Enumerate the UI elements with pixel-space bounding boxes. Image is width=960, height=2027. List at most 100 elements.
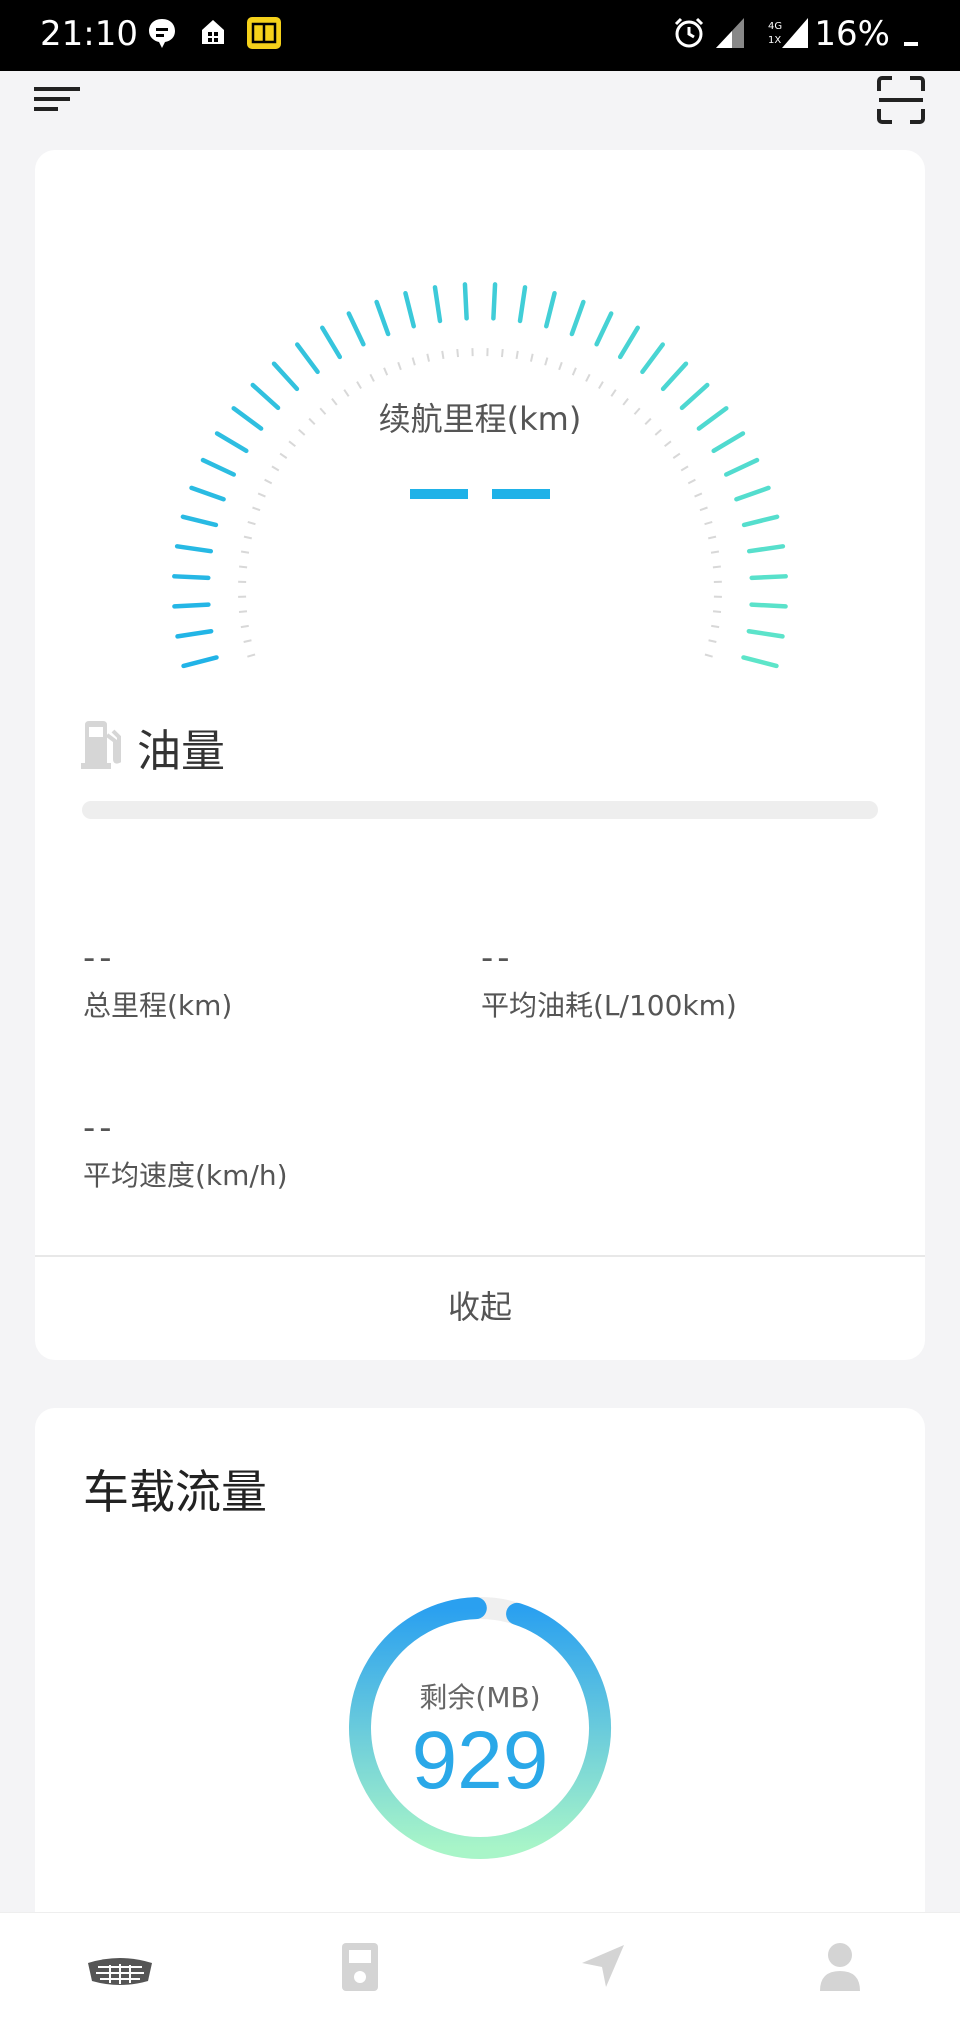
gauge-tick	[377, 302, 388, 334]
gauge-tick	[322, 328, 340, 357]
gauge-tick	[493, 284, 495, 318]
gauge-tick	[744, 517, 777, 525]
data-usage-title: 车载流量	[83, 1456, 267, 1522]
gauge-tick	[642, 345, 662, 372]
gauge-minor-tick	[384, 368, 387, 375]
gauge-minor-tick	[289, 441, 295, 446]
data-usage-card: 车载流量 剩余(MB) 929	[35, 1408, 925, 1928]
gauge-minor-tick	[241, 626, 249, 627]
gauge-tick	[174, 576, 208, 578]
menu-icon[interactable]	[34, 79, 82, 119]
gauge-minor-tick	[711, 626, 719, 627]
signal-icon	[714, 16, 746, 50]
gauge-minor-tick	[688, 480, 695, 484]
avg-speed-stat: -- 平均速度(km/h)	[83, 1108, 288, 1194]
gauge-minor-tick	[280, 454, 287, 459]
gauge-tick	[620, 328, 638, 357]
status-bar: 21:10 4G1X 16%	[0, 0, 960, 71]
gauge-tick	[546, 293, 554, 326]
total-mileage-value: --	[83, 938, 232, 978]
gauge-tick	[297, 345, 317, 372]
fuel-label: 油量	[137, 715, 225, 779]
bottom-nav	[0, 1912, 960, 2027]
gauge-tick	[184, 657, 217, 665]
gauge-tick	[749, 546, 783, 551]
gauge-tick	[749, 631, 783, 636]
gauge-tick	[405, 293, 413, 326]
vehicle-status-card: 续航里程(km) -- 油量 -- 总里程(km) -- 平均油耗(L/100k…	[35, 150, 925, 1360]
gauge-minor-tick	[665, 441, 671, 446]
gauge-tick	[183, 517, 216, 525]
gauge-minor-tick	[713, 567, 721, 568]
gauge-minor-tick	[244, 640, 252, 642]
gauge-minor-tick	[239, 611, 247, 612]
avg-fuel-consumption-label: 平均油耗(L/100km)	[481, 984, 737, 1024]
gauge-tick	[663, 364, 686, 389]
gauge-minor-tick	[599, 382, 603, 389]
total-mileage-label: 总里程(km)	[83, 984, 232, 1024]
avg-speed-label: 平均速度(km/h)	[83, 1154, 288, 1194]
gauge-minor-tick	[713, 611, 721, 612]
gauge-tick	[349, 314, 364, 345]
gauge-tick	[752, 576, 786, 578]
gauge-minor-tick	[705, 522, 713, 524]
gauge-minor-tick	[239, 567, 247, 568]
gauge-tick	[744, 657, 777, 665]
gauge-minor-tick	[413, 358, 415, 366]
gauge-minor-tick	[502, 349, 503, 357]
house-icon	[198, 16, 228, 48]
battery-icon	[904, 42, 918, 46]
gauge-minor-tick	[709, 640, 717, 642]
avg-fuel-consumption-stat: -- 平均油耗(L/100km)	[481, 938, 737, 1024]
alarm-icon	[672, 16, 706, 50]
fuel-pump-icon[interactable]	[340, 1941, 380, 1993]
fuel-level-bar	[82, 801, 878, 819]
range-label: 续航里程(km)	[35, 394, 925, 440]
collapse-button[interactable]: 收起	[35, 1257, 925, 1357]
gauge-minor-tick	[427, 354, 429, 362]
message-icon	[146, 16, 178, 50]
gauge-minor-tick	[265, 480, 272, 484]
car-logo-icon[interactable]	[86, 1955, 154, 1987]
gauge-minor-tick	[442, 351, 443, 359]
gauge-minor-tick	[370, 374, 374, 381]
gauge-tick	[174, 605, 208, 607]
scan-icon[interactable]	[876, 75, 926, 125]
remaining-label: 剩余(MB)	[340, 1676, 620, 1716]
status-time: 21:10	[40, 14, 138, 54]
gauge-minor-tick	[586, 374, 590, 381]
gauge-minor-tick	[244, 537, 252, 539]
gauge-tick	[465, 284, 467, 318]
gauge-minor-tick	[681, 466, 688, 470]
navigation-icon[interactable]	[578, 1941, 628, 1991]
gauge-tick	[274, 364, 297, 389]
gauge-minor-tick	[457, 349, 458, 357]
total-mileage-stat: -- 总里程(km)	[83, 938, 232, 1024]
user-icon[interactable]	[818, 1941, 862, 1993]
gauge-minor-tick	[247, 654, 255, 656]
gauge-tick	[736, 488, 768, 499]
gauge-tick	[726, 460, 757, 474]
gauge-minor-tick	[258, 493, 265, 496]
gauge-minor-tick	[398, 362, 401, 370]
gauge-minor-tick	[559, 362, 562, 370]
gauge-minor-tick	[517, 351, 518, 359]
gauge-tick	[435, 287, 440, 321]
gauge-minor-tick	[531, 354, 533, 362]
gauge-minor-tick	[573, 368, 576, 375]
gauge-tick	[178, 631, 212, 636]
top-bar	[0, 71, 960, 151]
gauge-minor-tick	[545, 358, 547, 366]
gauge-tick	[177, 546, 211, 551]
gauge-minor-tick	[708, 537, 716, 539]
app-badge-icon	[246, 16, 282, 50]
gauge-minor-tick	[252, 508, 260, 511]
gauge-minor-tick	[705, 654, 713, 656]
battery-percent: 16%	[814, 14, 890, 54]
gauge-minor-tick	[241, 552, 249, 553]
gauge-minor-tick	[248, 522, 256, 524]
gauge-minor-tick	[711, 552, 719, 553]
avg-fuel-consumption-value: --	[481, 938, 737, 978]
avg-speed-value: --	[83, 1108, 288, 1148]
gauge-tick	[572, 302, 583, 334]
